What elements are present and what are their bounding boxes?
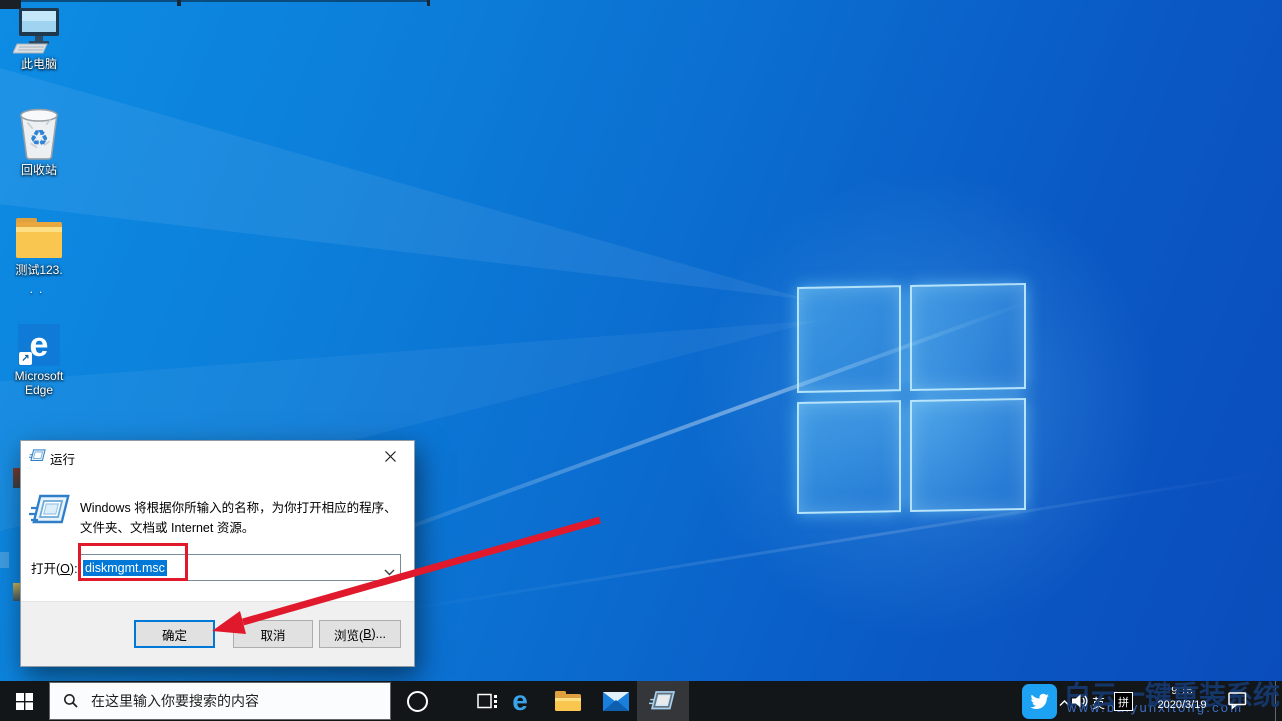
desktop-icon-label: Microsoft Edge [0,369,78,397]
run-icon [29,448,47,469]
ok-button[interactable]: 确定 [134,620,215,648]
desktop-icon-microsoft-edge[interactable]: e ↗ Microsoft Edge [0,324,78,397]
partial-icon-remnant [13,583,20,601]
ime-pinyin-badge[interactable]: 拼 [1114,692,1133,711]
cortana-icon [407,691,428,712]
file-explorer-icon [555,691,581,712]
cancel-button[interactable]: 取消 [233,620,313,648]
partial-icon-remnant [0,552,9,568]
edge-icon: e ↗ [0,324,78,366]
crop-remnant [427,0,430,6]
tray-clock-date[interactable]: 2020/3/19 [1148,699,1216,711]
run-icon [649,690,677,713]
desktop-icon-test-folder[interactable]: 测试123. .. [0,214,78,295]
edge-letter: e [30,328,49,362]
run-icon-large [29,493,73,534]
task-view-icon [477,693,498,710]
close-button[interactable] [368,441,413,472]
speaker-icon[interactable] [1072,694,1089,713]
desktop-icon-label-overflow: .. [0,283,78,295]
mail-icon [603,692,629,711]
windows-logo-pane [797,400,901,514]
partial-icon-remnant [13,468,20,488]
search-icon [63,693,79,709]
desktop-icon-this-pc[interactable]: 此电脑 [0,6,78,71]
folder-icon [0,214,78,260]
desktop-icon-label: 回收站 [0,163,78,177]
task-view-button[interactable] [471,681,503,721]
file-explorer-button[interactable] [552,681,584,721]
desktop-icon-label: 此电脑 [0,57,78,71]
close-icon [385,451,396,462]
red-box-annotation [78,543,188,581]
cortana-button[interactable] [398,681,436,721]
action-center-icon [1228,692,1247,709]
mail-button[interactable] [600,681,632,721]
crop-remnant [177,0,181,6]
browse-button[interactable]: 浏览(B)... [319,620,401,648]
start-icon [16,693,33,710]
start-button[interactable] [0,681,48,721]
windows-logo-pane [910,398,1026,512]
crop-remnant [0,0,430,2]
edge-icon: e [512,687,528,715]
shortcut-arrow-icon: ↗ [19,352,32,365]
windows-desktop: 此电脑 ♻ 回收站 测试123. .. e [0,0,1282,721]
run-dialog-title: 运行 [50,449,75,468]
run-dialog-description: Windows 将根据你所输入的名称，为你打开相应的程序、 [80,497,397,516]
run-dialog-titlebar[interactable]: 运行 [21,441,414,472]
this-pc-icon [0,6,78,54]
search-placeholder: 在这里输入你要搜索的内容 [91,691,259,711]
desktop-icon-recycle-bin[interactable]: ♻ 回收站 [0,108,78,177]
windows-logo-pane [910,283,1026,391]
open-field-label: 打开(O): [31,558,78,577]
combobox-chevron-icon[interactable] [384,563,395,581]
desktop-icon-label: 测试123. [0,263,78,277]
edge-taskbar-button[interactable]: e [504,681,536,721]
taskbar-search-input[interactable]: 在这里输入你要搜索的内容 [49,682,391,720]
windows-logo [797,283,1026,514]
windows-logo-pane [797,285,901,393]
svg-text:♻: ♻ [29,125,49,150]
twitter-icon [1029,693,1050,711]
action-center-button[interactable] [1228,692,1247,714]
run-dialog-description: 文件夹、文档或 Internet 资源。 [80,517,254,536]
recycle-bin-icon: ♻ [0,108,78,160]
twitter-tray-button[interactable] [1022,684,1057,719]
run-taskbar-button-active[interactable] [637,681,689,721]
